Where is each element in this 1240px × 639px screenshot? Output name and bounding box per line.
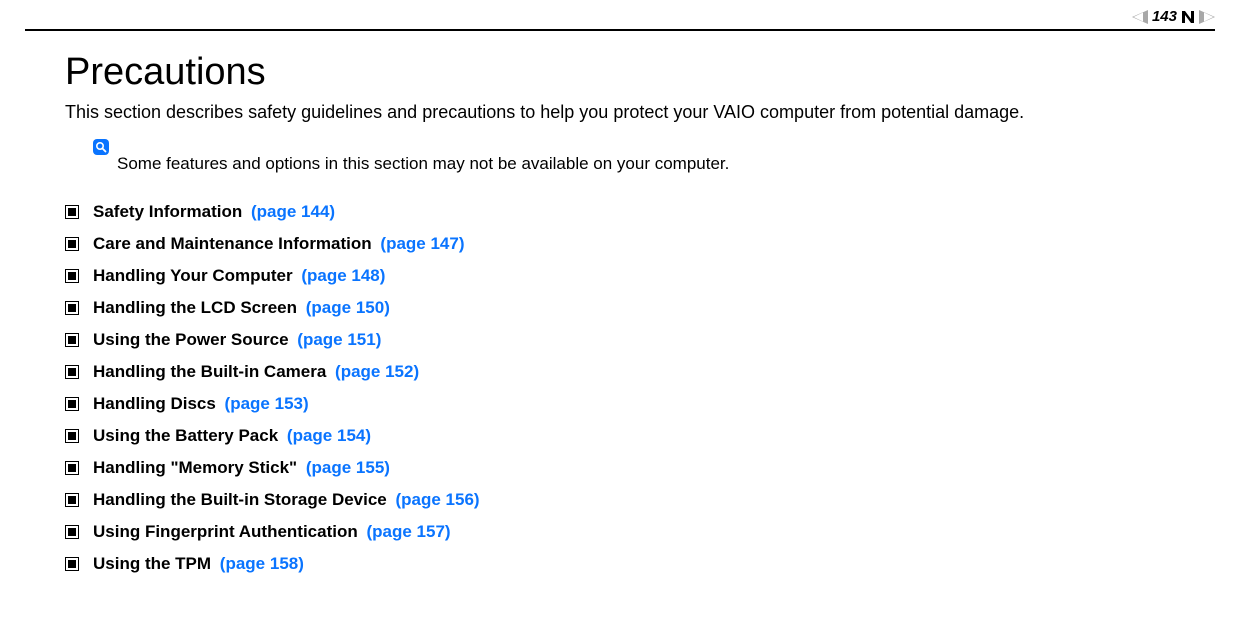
content-area: Precautions This section describes safet… (25, 51, 1215, 574)
toc-item-page-link[interactable]: (page 156) (396, 490, 480, 509)
square-bullet-icon (65, 333, 79, 347)
toc-item-label: Safety Information (93, 202, 242, 221)
toc-item-page-link[interactable]: (page 147) (380, 234, 464, 253)
square-bullet-icon (65, 557, 79, 571)
toc-item: Using the Battery Pack (page 154) (65, 426, 1175, 446)
toc-item-page-link[interactable]: (page 148) (301, 266, 385, 285)
next-page-arrow-icon[interactable] (1199, 10, 1215, 24)
toc-list: Safety Information (page 144) Care and M… (65, 202, 1175, 574)
square-bullet-icon (65, 525, 79, 539)
square-bullet-icon (65, 301, 79, 315)
square-bullet-icon (65, 365, 79, 379)
note-text: Some features and options in this sectio… (117, 154, 729, 174)
square-bullet-icon (65, 237, 79, 251)
toc-item-label: Handling the Built-in Camera (93, 362, 326, 381)
navigation-letter-n (1181, 10, 1195, 24)
square-bullet-icon (65, 429, 79, 443)
toc-item: Handling "Memory Stick" (page 155) (65, 458, 1175, 478)
intro-text: This section describes safety guidelines… (65, 100, 1175, 124)
toc-item-label: Handling Your Computer (93, 266, 293, 285)
note-callout: Some features and options in this sectio… (93, 138, 1175, 174)
toc-item-label: Using Fingerprint Authentication (93, 522, 358, 541)
toc-item: Using Fingerprint Authentication (page 1… (65, 522, 1175, 542)
toc-item-label: Handling the LCD Screen (93, 298, 297, 317)
square-bullet-icon (65, 493, 79, 507)
square-bullet-icon (65, 205, 79, 219)
toc-item-label: Using the TPM (93, 554, 211, 573)
toc-item: Using the TPM (page 158) (65, 554, 1175, 574)
toc-item: Using the Power Source (page 151) (65, 330, 1175, 350)
toc-item-label: Handling the Built-in Storage Device (93, 490, 387, 509)
toc-item-page-link[interactable]: (page 153) (225, 394, 309, 413)
prev-page-arrow-icon[interactable] (1132, 10, 1148, 24)
toc-item-label: Handling "Memory Stick" (93, 458, 297, 477)
info-icon (93, 139, 109, 155)
square-bullet-icon (65, 461, 79, 475)
toc-item-page-link[interactable]: (page 152) (335, 362, 419, 381)
page-container: 143 Precautions This section describes s… (0, 0, 1240, 606)
page-header: 143 (25, 0, 1215, 29)
page-title: Precautions (65, 51, 1175, 94)
toc-item: Handling Your Computer (page 148) (65, 266, 1175, 286)
toc-item: Handling the Built-in Camera (page 152) (65, 362, 1175, 382)
toc-item-page-link[interactable]: (page 151) (297, 330, 381, 349)
toc-item-page-link[interactable]: (page 157) (366, 522, 450, 541)
toc-item: Safety Information (page 144) (65, 202, 1175, 222)
toc-item-page-link[interactable]: (page 144) (251, 202, 335, 221)
toc-item-page-link[interactable]: (page 155) (306, 458, 390, 477)
page-number: 143 (1152, 8, 1177, 25)
toc-item: Handling Discs (page 153) (65, 394, 1175, 414)
square-bullet-icon (65, 397, 79, 411)
header-rule (25, 29, 1215, 31)
toc-item-label: Using the Battery Pack (93, 426, 278, 445)
square-bullet-icon (65, 269, 79, 283)
toc-item-page-link[interactable]: (page 158) (220, 554, 304, 573)
toc-item: Handling the Built-in Storage Device (pa… (65, 490, 1175, 510)
toc-item-label: Handling Discs (93, 394, 216, 413)
toc-item: Care and Maintenance Information (page 1… (65, 234, 1175, 254)
toc-item-page-link[interactable]: (page 154) (287, 426, 371, 445)
toc-item-label: Care and Maintenance Information (93, 234, 372, 253)
toc-item-page-link[interactable]: (page 150) (306, 298, 390, 317)
toc-item: Handling the LCD Screen (page 150) (65, 298, 1175, 318)
toc-item-label: Using the Power Source (93, 330, 289, 349)
